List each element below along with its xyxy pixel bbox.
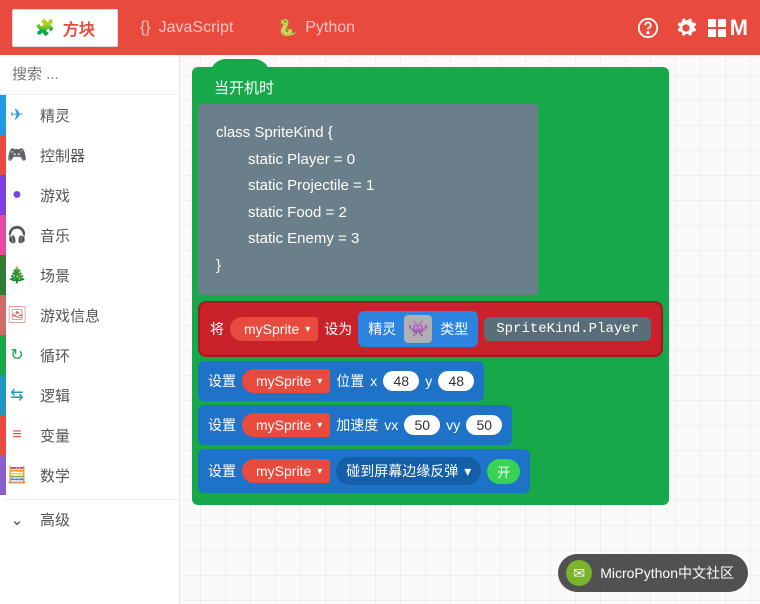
sidebar: 🔍 ✈ 精灵 🎮 控制器 ● 游戏 🎧 音乐 🎄 场景 🖼 游戏信息 ↻ 循环 ⇆ 逻辑 ≡ 变量 🧮 数学 ⌄ 高级 xyxy=(0,55,180,604)
vx-input[interactable]: 50 xyxy=(404,415,440,435)
category-icon: 🎮 xyxy=(6,145,28,165)
tab-python[interactable]: 🐍 Python xyxy=(255,9,377,47)
code-line: static Food = 2 xyxy=(216,202,520,225)
category-icon: 🎄 xyxy=(6,265,28,285)
braces-icon: {} xyxy=(140,19,151,37)
category-label: 游戏信息 xyxy=(40,305,100,326)
caret-icon: ▾ xyxy=(464,463,471,480)
code-line: static Enemy = 3 xyxy=(216,228,520,251)
code-grey-block[interactable]: class SpriteKind { static Player = 0 sta… xyxy=(198,104,538,295)
python-icon: 🐍 xyxy=(277,18,297,38)
puzzle-icon: 🧩 xyxy=(35,18,55,38)
sidebar-item-9[interactable]: 🧮 数学 xyxy=(0,455,179,495)
sprite-image-picker[interactable]: 👾 xyxy=(404,315,432,343)
category-icon: ⇆ xyxy=(6,385,28,405)
chevron-down-icon: ⌄ xyxy=(6,510,28,530)
category-icon: 🧮 xyxy=(6,465,28,485)
caret-icon: ▾ xyxy=(305,324,310,335)
wechat-text: MicroPython中文社区 xyxy=(600,563,734,583)
set-position-block[interactable]: 设置 mySprite▾ 位置 x 48 y 48 xyxy=(198,361,484,401)
tab-py-label: Python xyxy=(305,19,355,37)
sidebar-item-1[interactable]: 🎮 控制器 xyxy=(0,135,179,175)
label-to: 设为 xyxy=(324,319,352,339)
wechat-icon: ✉ xyxy=(566,560,592,586)
type-word: 类型 xyxy=(440,319,468,339)
grid-icon xyxy=(708,19,726,37)
caret-icon: ▾ xyxy=(317,376,322,387)
variable-dropdown[interactable]: mySprite▾ xyxy=(230,317,318,341)
code-line: class SpriteKind { xyxy=(216,122,520,145)
category-label: 场景 xyxy=(40,265,70,286)
caret-icon: ▾ xyxy=(317,420,322,431)
sidebar-item-2[interactable]: ● 游戏 xyxy=(0,175,179,215)
sidebar-item-5[interactable]: 🖼 游戏信息 xyxy=(0,295,179,335)
code-line: } xyxy=(216,255,520,278)
sidebar-item-3[interactable]: 🎧 音乐 xyxy=(0,215,179,255)
sidebar-item-advanced[interactable]: ⌄ 高级 xyxy=(0,499,179,539)
sprite-kind-value[interactable]: SpriteKind.Player xyxy=(484,317,651,341)
sprite-create-chip[interactable]: 精灵 👾 类型 xyxy=(358,311,478,347)
code-line: static Projectile = 1 xyxy=(216,175,520,198)
tab-blocks[interactable]: 🧩 方块 xyxy=(12,9,118,47)
caret-icon: ▾ xyxy=(317,466,322,477)
category-label: 循环 xyxy=(40,345,70,366)
category-label: 控制器 xyxy=(40,145,85,166)
on-start-hat[interactable]: 当开机时 xyxy=(198,67,318,104)
tab-javascript[interactable]: {} JavaScript xyxy=(118,9,255,47)
sprite-word: 精灵 xyxy=(368,319,396,339)
x-input[interactable]: 48 xyxy=(383,371,419,391)
sidebar-item-7[interactable]: ⇆ 逻辑 xyxy=(0,375,179,415)
on-start-label: 当开机时 xyxy=(214,80,274,97)
bounce-toggle[interactable]: 开 xyxy=(487,459,520,484)
variable-dropdown[interactable]: mySprite▾ xyxy=(242,459,330,483)
category-label: 精灵 xyxy=(40,105,70,126)
advanced-label: 高级 xyxy=(40,509,70,530)
category-label: 音乐 xyxy=(40,225,70,246)
set-acceleration-block[interactable]: 设置 mySprite▾ 加速度 vx 50 vy 50 xyxy=(198,405,512,445)
category-label: 游戏 xyxy=(40,185,70,206)
apps-button[interactable]: M xyxy=(708,12,748,44)
sidebar-item-0[interactable]: ✈ 精灵 xyxy=(0,95,179,135)
sidebar-item-8[interactable]: ≡ 变量 xyxy=(0,415,179,455)
sidebar-item-4[interactable]: 🎄 场景 xyxy=(0,255,179,295)
blocks-workspace[interactable]: 当开机时 class SpriteKind { static Player = … xyxy=(180,55,760,604)
set-bounce-block[interactable]: 设置 mySprite▾ 碰到屏幕边缘反弹▾ 开 xyxy=(198,449,530,493)
category-label: 逻辑 xyxy=(40,385,70,406)
wechat-toast[interactable]: ✉ MicroPython中文社区 xyxy=(558,554,748,592)
variable-dropdown[interactable]: mySprite▾ xyxy=(242,369,330,393)
category-icon: ↻ xyxy=(6,345,28,365)
help-button[interactable] xyxy=(632,12,664,44)
variable-dropdown[interactable]: mySprite▾ xyxy=(242,413,330,437)
tab-blocks-label: 方块 xyxy=(63,16,95,40)
sidebar-item-6[interactable]: ↻ 循环 xyxy=(0,335,179,375)
tab-js-label: JavaScript xyxy=(159,19,234,37)
vy-input[interactable]: 50 xyxy=(466,415,502,435)
search-box[interactable]: 🔍 xyxy=(0,55,179,95)
bounce-option-dropdown[interactable]: 碰到屏幕边缘反弹▾ xyxy=(336,457,481,485)
category-icon: ✈ xyxy=(6,105,28,125)
category-label: 变量 xyxy=(40,425,70,446)
category-icon: 🎧 xyxy=(6,225,28,245)
settings-button[interactable] xyxy=(670,12,702,44)
category-icon: ● xyxy=(6,186,28,204)
set-sprite-block[interactable]: 将 mySprite▾ 设为 精灵 👾 类型 SpriteKind.Player xyxy=(198,301,663,357)
code-line: static Player = 0 xyxy=(216,149,520,172)
y-input[interactable]: 48 xyxy=(438,371,474,391)
category-icon: ≡ xyxy=(6,426,28,444)
category-label: 数学 xyxy=(40,465,70,486)
brand-initial: M xyxy=(730,15,748,41)
label-set: 将 xyxy=(210,319,224,339)
category-icon: 🖼 xyxy=(6,305,28,325)
